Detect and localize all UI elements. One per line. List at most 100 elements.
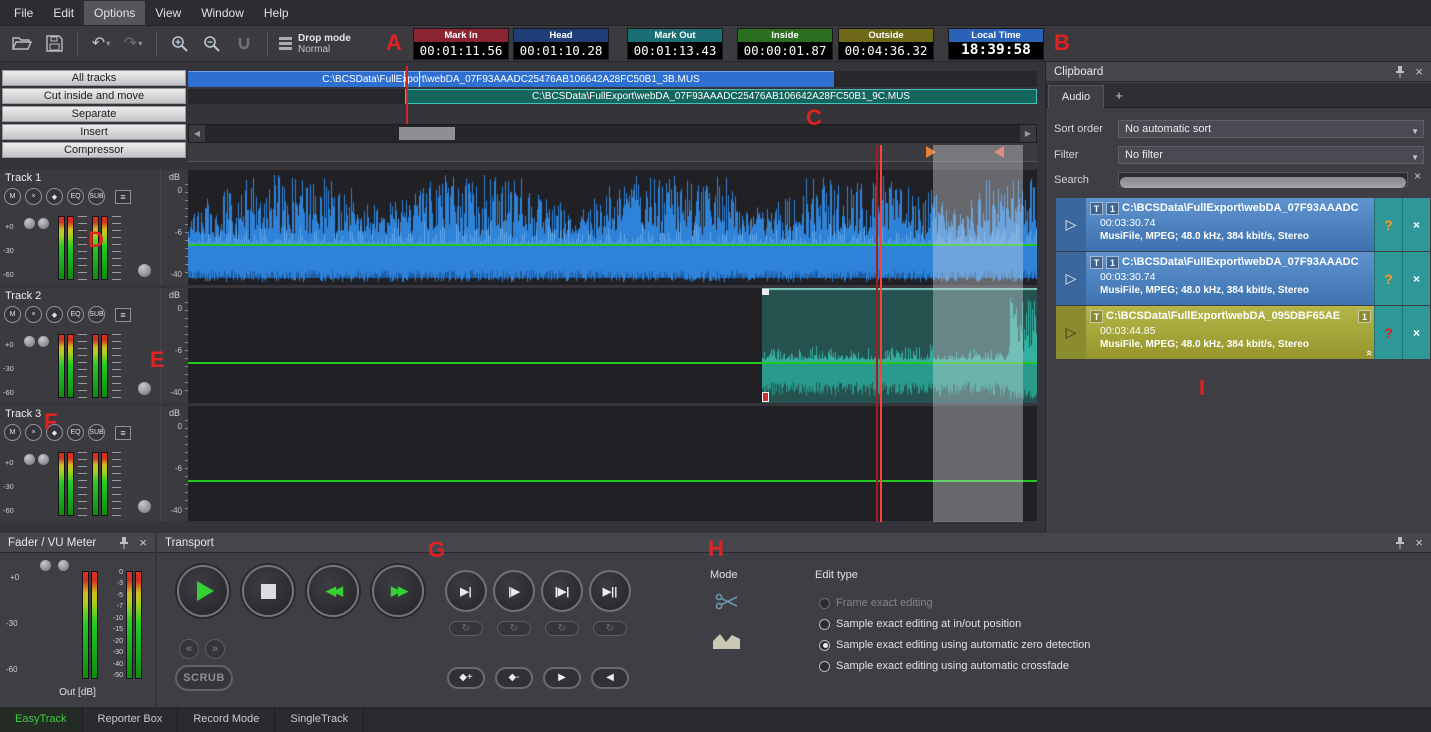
tab-audio[interactable]: Audio [1048,85,1104,108]
play-from-mark-button[interactable]: |▶ [493,570,535,612]
tool-compressor[interactable]: Compressor [2,142,186,158]
eq-button[interactable]: EQ [67,424,84,441]
scrollbar-thumb[interactable] [399,127,455,140]
add-marker-button[interactable]: ◆+ [447,667,485,689]
collapse-chevron-icon[interactable]: « [1363,350,1374,356]
sort-order-select[interactable]: No automatic sort ▼ [1118,120,1424,138]
prev-marker-button[interactable]: ◀ [591,667,629,689]
eq-button[interactable]: EQ [67,306,84,323]
loop-button[interactable]: ↻ [497,621,531,636]
search-input[interactable] [1120,177,1406,188]
envelope-mode-button[interactable] [713,631,740,654]
track3-lane[interactable] [188,406,1037,521]
mute-button[interactable]: M [4,306,21,323]
loop-button[interactable]: ↻ [449,621,483,636]
tool-separate[interactable]: Separate [2,106,186,122]
zoom-out-button[interactable] [198,30,226,58]
timecode-mark-in[interactable]: Mark In 00:01:11.56 [413,28,509,60]
item-remove-button[interactable]: × [1402,306,1430,359]
item-body[interactable]: T 1 C:\BCSData\FullExport\webDA_07F93AAA… [1086,252,1374,305]
skip-forward-button[interactable]: » [205,639,225,659]
cut-mode-button[interactable] [715,593,739,615]
pin-icon[interactable] [1395,536,1405,549]
loop-button[interactable]: ↻ [593,621,627,636]
undo-button[interactable]: ↶▾ [87,30,115,58]
pan-knob[interactable] [38,336,49,347]
pan-button[interactable]: ◆ [46,306,63,323]
item-help-button[interactable]: ? [1374,198,1402,251]
tab-easytrack[interactable]: EasyTrack [0,707,83,732]
menu-view[interactable]: View [145,1,191,25]
playhead-secondary[interactable] [876,145,878,522]
edit-option-frame-exact[interactable]: Frame exact editing [819,597,933,609]
timecode-outside[interactable]: Outside 00:04:36.32 [838,28,934,60]
gain-knob[interactable] [40,560,51,571]
gain-knob[interactable] [24,218,35,229]
stop-button[interactable] [242,565,294,617]
cut-button[interactable]: × [25,188,42,205]
clipboard-item[interactable]: ▷ T 1 C:\BCSData\FullExport\webDA_07F93A… [1056,198,1430,251]
timecode-head[interactable]: Head 00:01:10.28 [513,28,609,60]
menu-help[interactable]: Help [254,1,299,25]
remove-marker-button[interactable]: ◆- [495,667,533,689]
item-play-button[interactable]: ▷ [1056,198,1086,251]
item-play-button[interactable]: ▷ [1056,252,1086,305]
next-marker-button[interactable]: ▶ [543,667,581,689]
rewind-button[interactable]: ◀◀ [307,565,359,617]
track2-lane[interactable] [188,288,1037,403]
scroll-right-arrow[interactable]: ▶ [1020,125,1036,142]
close-icon[interactable]: × [1415,65,1423,78]
overview-file-bottom[interactable]: C:\BCSData\FullExport\webDA_07F93AAADC25… [405,89,1037,104]
scroll-left-arrow[interactable]: ◀ [189,125,205,142]
output-knob[interactable] [138,264,151,277]
timecode-inside[interactable]: Inside 00:00:01.87 [737,28,833,60]
item-remove-button[interactable]: × [1402,198,1430,251]
sub-button[interactable]: SUB [88,188,105,205]
track1-lane[interactable] [188,170,1037,285]
drop-mode-control[interactable]: Drop mode Normal [279,33,351,55]
pin-icon[interactable] [1395,65,1405,78]
play-to-mark-button[interactable]: ▶| [445,570,487,612]
tool-insert[interactable]: Insert [2,124,186,140]
item-help-button[interactable]: ? [1374,306,1402,359]
edit-option-inout-position[interactable]: Sample exact editing at in/out position [819,618,1021,630]
overview-file-top[interactable]: C:\BCSData\FullExport\webDA_07F93AAADC25… [188,71,834,87]
menu-edit[interactable]: Edit [43,1,84,25]
item-remove-button[interactable]: × [1402,252,1430,305]
timecode-mark-out[interactable]: Mark Out 00:01:13.43 [627,28,723,60]
menu-options[interactable]: Options [84,1,145,25]
track-menu-button[interactable]: ≡ [115,190,131,204]
save-button[interactable] [40,30,68,58]
open-button[interactable] [8,30,36,58]
clip-start-handle[interactable] [762,289,769,295]
tab-singletrack[interactable]: SingleTrack [275,707,364,732]
balance-knob[interactable] [58,560,69,571]
pin-icon[interactable] [119,536,129,549]
tool-cut-inside-and-move[interactable]: Cut inside and move [2,88,186,104]
pan-knob[interactable] [38,218,49,229]
skip-back-button[interactable]: « [179,639,199,659]
overview-row-top[interactable]: C:\BCSData\FullExport\webDA_07F93AAADC25… [188,71,1037,87]
loop-button[interactable]: ↻ [545,621,579,636]
add-tab-button[interactable]: + [1108,85,1130,108]
edit-option-crossfade[interactable]: Sample exact editing using automatic cro… [819,660,1069,672]
tab-reporter-box[interactable]: Reporter Box [83,707,179,732]
play-selection-button[interactable]: |▶| [541,570,583,612]
sub-button[interactable]: SUB [88,424,105,441]
item-body[interactable]: T C:\BCSData\FullExport\webDA_095DBF65AE… [1086,306,1374,359]
zoom-in-button[interactable] [166,30,194,58]
pan-button[interactable]: ◆ [46,188,63,205]
horizontal-scrollbar[interactable]: ◀ ▶ [188,124,1037,143]
gain-knob[interactable] [24,336,35,347]
timeline-ruler[interactable] [188,143,1037,162]
clear-search-icon[interactable]: × [1414,169,1421,183]
clipboard-item[interactable]: ▷ T C:\BCSData\FullExport\webDA_095DBF65… [1056,306,1430,359]
menu-file[interactable]: File [4,1,43,25]
mute-button[interactable]: M [4,424,21,441]
play-button[interactable] [177,565,229,617]
edit-option-zero-detection[interactable]: Sample exact editing using automatic zer… [819,639,1090,651]
scrub-button[interactable]: SCRUB [175,665,233,691]
snap-button[interactable] [230,30,258,58]
item-body[interactable]: T 1 C:\BCSData\FullExport\webDA_07F93AAA… [1086,198,1374,251]
tab-record-mode[interactable]: Record Mode [178,707,275,732]
